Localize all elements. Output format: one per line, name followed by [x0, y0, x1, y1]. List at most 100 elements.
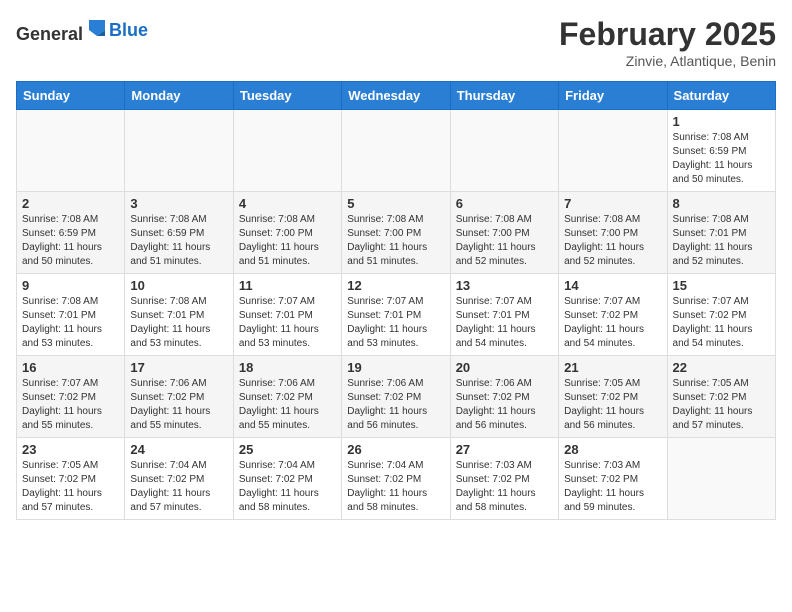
day-info: Sunrise: 7:06 AM Sunset: 7:02 PM Dayligh… — [130, 377, 227, 433]
day-cell: 18 Sunrise: 7:06 AM Sunset: 7:02 PM Dayli… — [233, 356, 341, 438]
weekday-header-tuesday: Tuesday — [233, 82, 341, 110]
day-number: 15 — [673, 278, 770, 293]
day-info: Sunrise: 7:05 AM Sunset: 7:02 PM Dayligh… — [22, 459, 119, 515]
day-number: 11 — [239, 278, 336, 293]
day-number: 28 — [564, 442, 661, 457]
day-number: 20 — [456, 360, 553, 375]
day-info: Sunrise: 7:06 AM Sunset: 7:02 PM Dayligh… — [456, 377, 553, 433]
day-cell: 25 Sunrise: 7:04 AM Sunset: 7:02 PM Dayli… — [233, 438, 341, 520]
day-cell: 14 Sunrise: 7:07 AM Sunset: 7:02 PM Dayli… — [559, 274, 667, 356]
day-number: 17 — [130, 360, 227, 375]
day-info: Sunrise: 7:08 AM Sunset: 6:59 PM Dayligh… — [673, 131, 770, 187]
day-cell: 26 Sunrise: 7:04 AM Sunset: 7:02 PM Dayli… — [342, 438, 450, 520]
day-number: 24 — [130, 442, 227, 457]
day-info: Sunrise: 7:08 AM Sunset: 7:00 PM Dayligh… — [564, 213, 661, 269]
logo-blue: Blue — [109, 20, 148, 41]
weekday-header-sunday: Sunday — [17, 82, 125, 110]
day-info: Sunrise: 7:08 AM Sunset: 7:01 PM Dayligh… — [673, 213, 770, 269]
day-cell: 11Sunrise: 7:07 AM Sunset: 7:01 PM Dayli… — [233, 274, 341, 356]
week-row-3: 9 Sunrise: 7:08 AM Sunset: 7:01 PM Daylig… — [17, 274, 776, 356]
day-number: 25 — [239, 442, 336, 457]
week-row-5: 23 Sunrise: 7:05 AM Sunset: 7:02 PM Dayli… — [17, 438, 776, 520]
day-number: 14 — [564, 278, 661, 293]
weekday-header-wednesday: Wednesday — [342, 82, 450, 110]
weekday-header-monday: Monday — [125, 82, 233, 110]
day-cell — [342, 110, 450, 192]
day-number: 5 — [347, 196, 444, 211]
day-number: 12 — [347, 278, 444, 293]
day-number: 26 — [347, 442, 444, 457]
day-number: 9 — [22, 278, 119, 293]
day-number: 10 — [130, 278, 227, 293]
day-info: Sunrise: 7:04 AM Sunset: 7:02 PM Dayligh… — [130, 459, 227, 515]
day-info: Sunrise: 7:06 AM Sunset: 7:02 PM Dayligh… — [239, 377, 336, 433]
day-cell: 3 Sunrise: 7:08 AM Sunset: 6:59 PM Daylig… — [125, 192, 233, 274]
day-cell: 4Sunrise: 7:08 AM Sunset: 7:00 PM Daylig… — [233, 192, 341, 274]
day-info: Sunrise: 7:07 AM Sunset: 7:02 PM Dayligh… — [564, 295, 661, 351]
day-cell: 5 Sunrise: 7:08 AM Sunset: 7:00 PM Daylig… — [342, 192, 450, 274]
day-info: Sunrise: 7:08 AM Sunset: 7:01 PM Dayligh… — [130, 295, 227, 351]
day-info: Sunrise: 7:03 AM Sunset: 7:02 PM Dayligh… — [564, 459, 661, 515]
day-info: Sunrise: 7:08 AM Sunset: 6:59 PM Dayligh… — [130, 213, 227, 269]
day-cell: 27Sunrise: 7:03 AM Sunset: 7:02 PM Dayli… — [450, 438, 558, 520]
day-info: Sunrise: 7:07 AM Sunset: 7:02 PM Dayligh… — [673, 295, 770, 351]
day-number: 8 — [673, 196, 770, 211]
day-cell: 10 Sunrise: 7:08 AM Sunset: 7:01 PM Dayli… — [125, 274, 233, 356]
day-info: Sunrise: 7:08 AM Sunset: 7:00 PM Dayligh… — [456, 213, 553, 269]
day-info: Sunrise: 7:07 AM Sunset: 7:02 PM Dayligh… — [22, 377, 119, 433]
day-cell — [125, 110, 233, 192]
title-block: February 2025 Zinvie, Atlantique, Benin — [559, 16, 776, 69]
week-row-1: 1 Sunrise: 7:08 AM Sunset: 6:59 PM Daylig… — [17, 110, 776, 192]
day-number: 6 — [456, 196, 553, 211]
day-cell: 9 Sunrise: 7:08 AM Sunset: 7:01 PM Daylig… — [17, 274, 125, 356]
day-info: Sunrise: 7:08 AM Sunset: 6:59 PM Dayligh… — [22, 213, 119, 269]
day-cell: 28 Sunrise: 7:03 AM Sunset: 7:02 PM Dayli… — [559, 438, 667, 520]
weekday-header-thursday: Thursday — [450, 82, 558, 110]
day-info: Sunrise: 7:05 AM Sunset: 7:02 PM Dayligh… — [564, 377, 661, 433]
day-info: Sunrise: 7:07 AM Sunset: 7:01 PM Dayligh… — [456, 295, 553, 351]
day-cell — [450, 110, 558, 192]
day-cell: 1 Sunrise: 7:08 AM Sunset: 6:59 PM Daylig… — [667, 110, 775, 192]
week-row-4: 16 Sunrise: 7:07 AM Sunset: 7:02 PM Dayli… — [17, 356, 776, 438]
month-title: February 2025 — [559, 16, 776, 53]
day-info: Sunrise: 7:04 AM Sunset: 7:02 PM Dayligh… — [239, 459, 336, 515]
day-cell: 23 Sunrise: 7:05 AM Sunset: 7:02 PM Dayli… — [17, 438, 125, 520]
day-info: Sunrise: 7:08 AM Sunset: 7:01 PM Dayligh… — [22, 295, 119, 351]
day-number: 1 — [673, 114, 770, 129]
day-info: Sunrise: 7:06 AM Sunset: 7:02 PM Dayligh… — [347, 377, 444, 433]
logo-icon — [85, 16, 109, 40]
day-number: 18 — [239, 360, 336, 375]
day-number: 2 — [22, 196, 119, 211]
day-cell: 22 Sunrise: 7:05 AM Sunset: 7:02 PM Dayli… — [667, 356, 775, 438]
day-cell: 2 Sunrise: 7:08 AM Sunset: 6:59 PM Daylig… — [17, 192, 125, 274]
day-cell: 16 Sunrise: 7:07 AM Sunset: 7:02 PM Dayli… — [17, 356, 125, 438]
calendar-table: SundayMondayTuesdayWednesdayThursdayFrid… — [16, 81, 776, 520]
day-number: 16 — [22, 360, 119, 375]
day-cell: 7 Sunrise: 7:08 AM Sunset: 7:00 PM Daylig… — [559, 192, 667, 274]
day-number: 23 — [22, 442, 119, 457]
day-cell: 21 Sunrise: 7:05 AM Sunset: 7:02 PM Dayli… — [559, 356, 667, 438]
day-info: Sunrise: 7:04 AM Sunset: 7:02 PM Dayligh… — [347, 459, 444, 515]
logo: General Blue — [16, 16, 148, 45]
day-cell: 8 Sunrise: 7:08 AM Sunset: 7:01 PM Daylig… — [667, 192, 775, 274]
day-cell: 17 Sunrise: 7:06 AM Sunset: 7:02 PM Dayli… — [125, 356, 233, 438]
day-cell — [667, 438, 775, 520]
day-info: Sunrise: 7:08 AM Sunset: 7:00 PM Dayligh… — [347, 213, 444, 269]
day-cell: 12 Sunrise: 7:07 AM Sunset: 7:01 PM Dayli… — [342, 274, 450, 356]
day-number: 22 — [673, 360, 770, 375]
day-number: 4 — [239, 196, 336, 211]
day-cell: 13 Sunrise: 7:07 AM Sunset: 7:01 PM Dayli… — [450, 274, 558, 356]
page-header: General Blue February 2025 Zinvie, Atlan… — [16, 16, 776, 69]
day-number: 3 — [130, 196, 227, 211]
day-cell — [17, 110, 125, 192]
day-cell: 19 Sunrise: 7:06 AM Sunset: 7:02 PM Dayli… — [342, 356, 450, 438]
day-number: 13 — [456, 278, 553, 293]
day-info: Sunrise: 7:05 AM Sunset: 7:02 PM Dayligh… — [673, 377, 770, 433]
day-number: 7 — [564, 196, 661, 211]
day-number: 19 — [347, 360, 444, 375]
day-info: Sunrise: 7:07 AM Sunset: 7:01 PM Dayligh… — [347, 295, 444, 351]
location: Zinvie, Atlantique, Benin — [559, 53, 776, 69]
day-number: 21 — [564, 360, 661, 375]
day-cell: 6 Sunrise: 7:08 AM Sunset: 7:00 PM Daylig… — [450, 192, 558, 274]
day-cell: 24 Sunrise: 7:04 AM Sunset: 7:02 PM Dayli… — [125, 438, 233, 520]
